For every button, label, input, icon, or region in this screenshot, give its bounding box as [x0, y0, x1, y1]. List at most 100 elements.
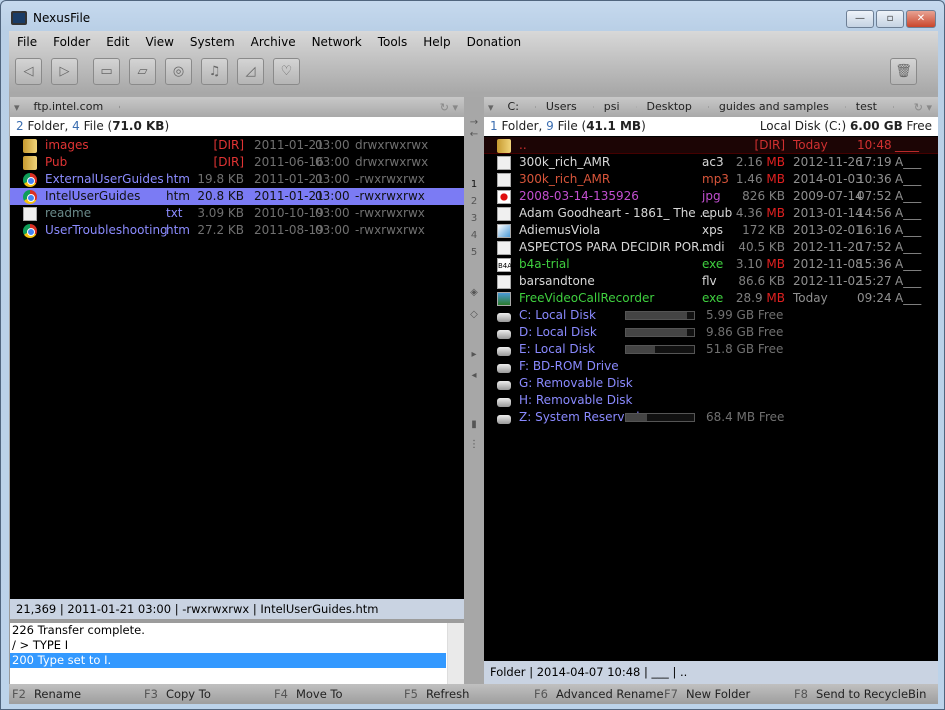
file-row[interactable]: images [DIR] 2011-01-21 03:00 drwxrwxrwx [10, 137, 464, 154]
bookmark-icon[interactable]: ◈ [464, 287, 484, 298]
file-date: Today [793, 291, 828, 305]
fkey-f6[interactable]: F6 Advanced Rename [534, 684, 664, 704]
fkey-f4[interactable]: F4 Move To [274, 684, 343, 704]
fkey-f5[interactable]: F5 Refresh [404, 684, 469, 704]
file-row[interactable]: FreeVideoCallRecorder exe 28.9 MB Today 09:2… [484, 290, 938, 307]
fkey-f3[interactable]: F3 Copy To [144, 684, 211, 704]
refresh-icon[interactable]: ↻ ▾ [440, 101, 458, 114]
menu-system[interactable]: System [182, 35, 243, 49]
menu-tools[interactable]: Tools [370, 35, 416, 49]
archive-icon[interactable]: ◿ [237, 58, 264, 85]
breadcrumb-item[interactable]: C: [498, 97, 536, 117]
file-size: 3.09 KB [197, 206, 244, 220]
collapse-icon[interactable]: ◂ [464, 370, 484, 381]
back-icon[interactable]: ◁ [15, 58, 42, 85]
file-row[interactable]: Pub [DIR] 2011-06-16 03:00 drwxrwxrwx [10, 154, 464, 171]
breadcrumb-item[interactable]: Users [536, 97, 594, 117]
window-icon[interactable]: ▭ [93, 58, 120, 85]
tab-number[interactable]: 3 [464, 213, 484, 224]
folder-icon[interactable]: ▱ [129, 58, 156, 85]
favorites-icon[interactable]: ♡ [273, 58, 300, 85]
file-date: 2010-10-19 [254, 206, 324, 220]
music-icon[interactable]: ♫ [201, 58, 228, 85]
document-icon [497, 207, 511, 221]
document-icon [497, 241, 511, 255]
drive-row[interactable]: D: Local Disk 9.86 GB Free [484, 324, 938, 341]
file-time: 03:00 [315, 155, 350, 169]
drive-row[interactable]: E: Local Disk 51.8 GB Free [484, 341, 938, 358]
maximize-button[interactable]: ▫ [876, 10, 904, 28]
menu-donation[interactable]: Donation [459, 35, 530, 49]
file-row[interactable]: .. [DIR] Today 10:48 ____ [484, 137, 938, 154]
fkey-f2[interactable]: F2 Rename [12, 684, 81, 704]
drive-name: G: Removable Disk [519, 376, 633, 390]
file-size: 172 KB [742, 222, 785, 239]
fkey-f7[interactable]: F7 New Folder [664, 684, 750, 704]
file-size: 4.36 MB [736, 205, 785, 222]
menu-folder[interactable]: Folder [45, 35, 98, 49]
log-line[interactable]: 200 Type set to I. [10, 653, 446, 668]
breadcrumb-item[interactable]: ftp.intel.com [24, 97, 121, 117]
fkey-f8[interactable]: F8 Send to RecycleBin [794, 684, 926, 704]
file-size: 20.8 KB [197, 189, 244, 203]
breadcrumb-item[interactable]: psi [594, 97, 637, 117]
drive-row[interactable]: G: Removable Disk [484, 375, 938, 392]
file-row[interactable]: readme txt 3.09 KB 2010-10-19 03:00 -rwxrwxrw… [10, 205, 464, 222]
file-row[interactable]: ASPECTOS PARA DECIDIR POR... mdi 40.5 KB 20… [484, 239, 938, 256]
refresh-icon[interactable]: ↻ ▾ [914, 101, 932, 114]
size-value: 4.36 [735, 206, 767, 220]
file-row[interactable]: IntelUserGuides htm 20.8 KB 2011-01-21 03:00… [10, 188, 464, 205]
tab-number[interactable]: 4 [464, 230, 484, 241]
drive-row[interactable]: C: Local Disk 5.99 GB Free [484, 307, 938, 324]
file-date: 2012-11-20 [793, 240, 863, 254]
left-breadcrumb: ▾ ftp.intel.com ↻ ▾ [10, 97, 464, 117]
forward-icon[interactable]: ▷ [51, 58, 78, 85]
menu-archive[interactable]: Archive [243, 35, 304, 49]
size-value: 2.16 [735, 155, 767, 169]
menu-view[interactable]: View [137, 35, 181, 49]
file-row[interactable]: AdiemusViola xps 172 KB 2013-02-01 16:16 A___ [484, 222, 938, 239]
grip-icon[interactable]: ⋮ [464, 439, 484, 450]
file-date: 2012-11-02 [793, 274, 863, 288]
bookmark-alt-icon[interactable]: ◇ [464, 309, 484, 320]
file-time: 15:36 [857, 257, 892, 271]
chart-icon[interactable]: ▮ [464, 419, 484, 430]
file-row[interactable]: 300k_rich_AMR ac3 2.16 MB 2012-11-26 17:19 A_… [484, 154, 938, 171]
tab-number[interactable]: 1 [464, 179, 484, 190]
copy-left-icon[interactable]: ← [464, 129, 484, 140]
file-row[interactable]: B4A b4a-trial exe 3.10 MB 2012-11-08 15:36 A__… [484, 256, 938, 273]
menu-file[interactable]: File [9, 35, 45, 49]
breadcrumb-item[interactable]: guides and samples [709, 97, 846, 117]
minimize-button[interactable]: — [846, 10, 874, 28]
breadcrumb-item[interactable]: Desktop [637, 97, 709, 117]
file-row[interactable]: UserTroubleshooting htm 27.2 KB 2011-08-19 0… [10, 222, 464, 239]
file-row[interactable]: Adam Goodheart - 1861_ The ... epub 4.36 M… [484, 205, 938, 222]
file-size: 28.9 MB [736, 290, 785, 307]
file-name: ASPECTOS PARA DECIDIR POR... [519, 240, 711, 254]
file-row[interactable]: 2008-03-14-135926 jpg 826 KB 2009-07-14 07:5… [484, 188, 938, 205]
menu-network[interactable]: Network [304, 35, 370, 49]
file-time: 14:56 [857, 206, 892, 220]
drive-row[interactable]: Z: System Reserved 68.4 MB Free [484, 409, 938, 426]
file-name: IntelUserGuides [45, 189, 141, 203]
camera-icon[interactable]: ◎ [165, 58, 192, 85]
fkey-code: F4 [274, 687, 288, 701]
file-row[interactable]: barsandtone flv 86.6 KB 2012-11-02 15:27 A___ [484, 273, 938, 290]
copy-right-icon[interactable]: → [464, 117, 484, 128]
drive-usage-bar [625, 413, 695, 422]
file-row[interactable]: ExternalUserGuides htm 19.8 KB 2011-01-21 03… [10, 171, 464, 188]
breadcrumb-item[interactable]: test [846, 97, 894, 117]
file-row[interactable]: 300k_rich_AMR mp3 1.46 MB 2014-01-03 10:36 A_… [484, 171, 938, 188]
ftp-log: 226 Transfer complete. / > TYPE I 200 Ty… [10, 623, 464, 684]
close-button[interactable]: ✕ [906, 10, 936, 28]
drive-row[interactable]: H: Removable Disk [484, 392, 938, 409]
expand-icon[interactable]: ▸ [464, 349, 484, 360]
menu-help[interactable]: Help [415, 35, 458, 49]
tab-number[interactable]: 5 [464, 247, 484, 258]
menu-edit[interactable]: Edit [98, 35, 137, 49]
file-attributes: A___ [895, 223, 922, 237]
tab-number[interactable]: 2 [464, 196, 484, 207]
recycle-bin-icon[interactable]: 🗑 [890, 58, 917, 85]
log-scrollbar[interactable] [447, 623, 464, 684]
drive-row[interactable]: F: BD-ROM Drive [484, 358, 938, 375]
